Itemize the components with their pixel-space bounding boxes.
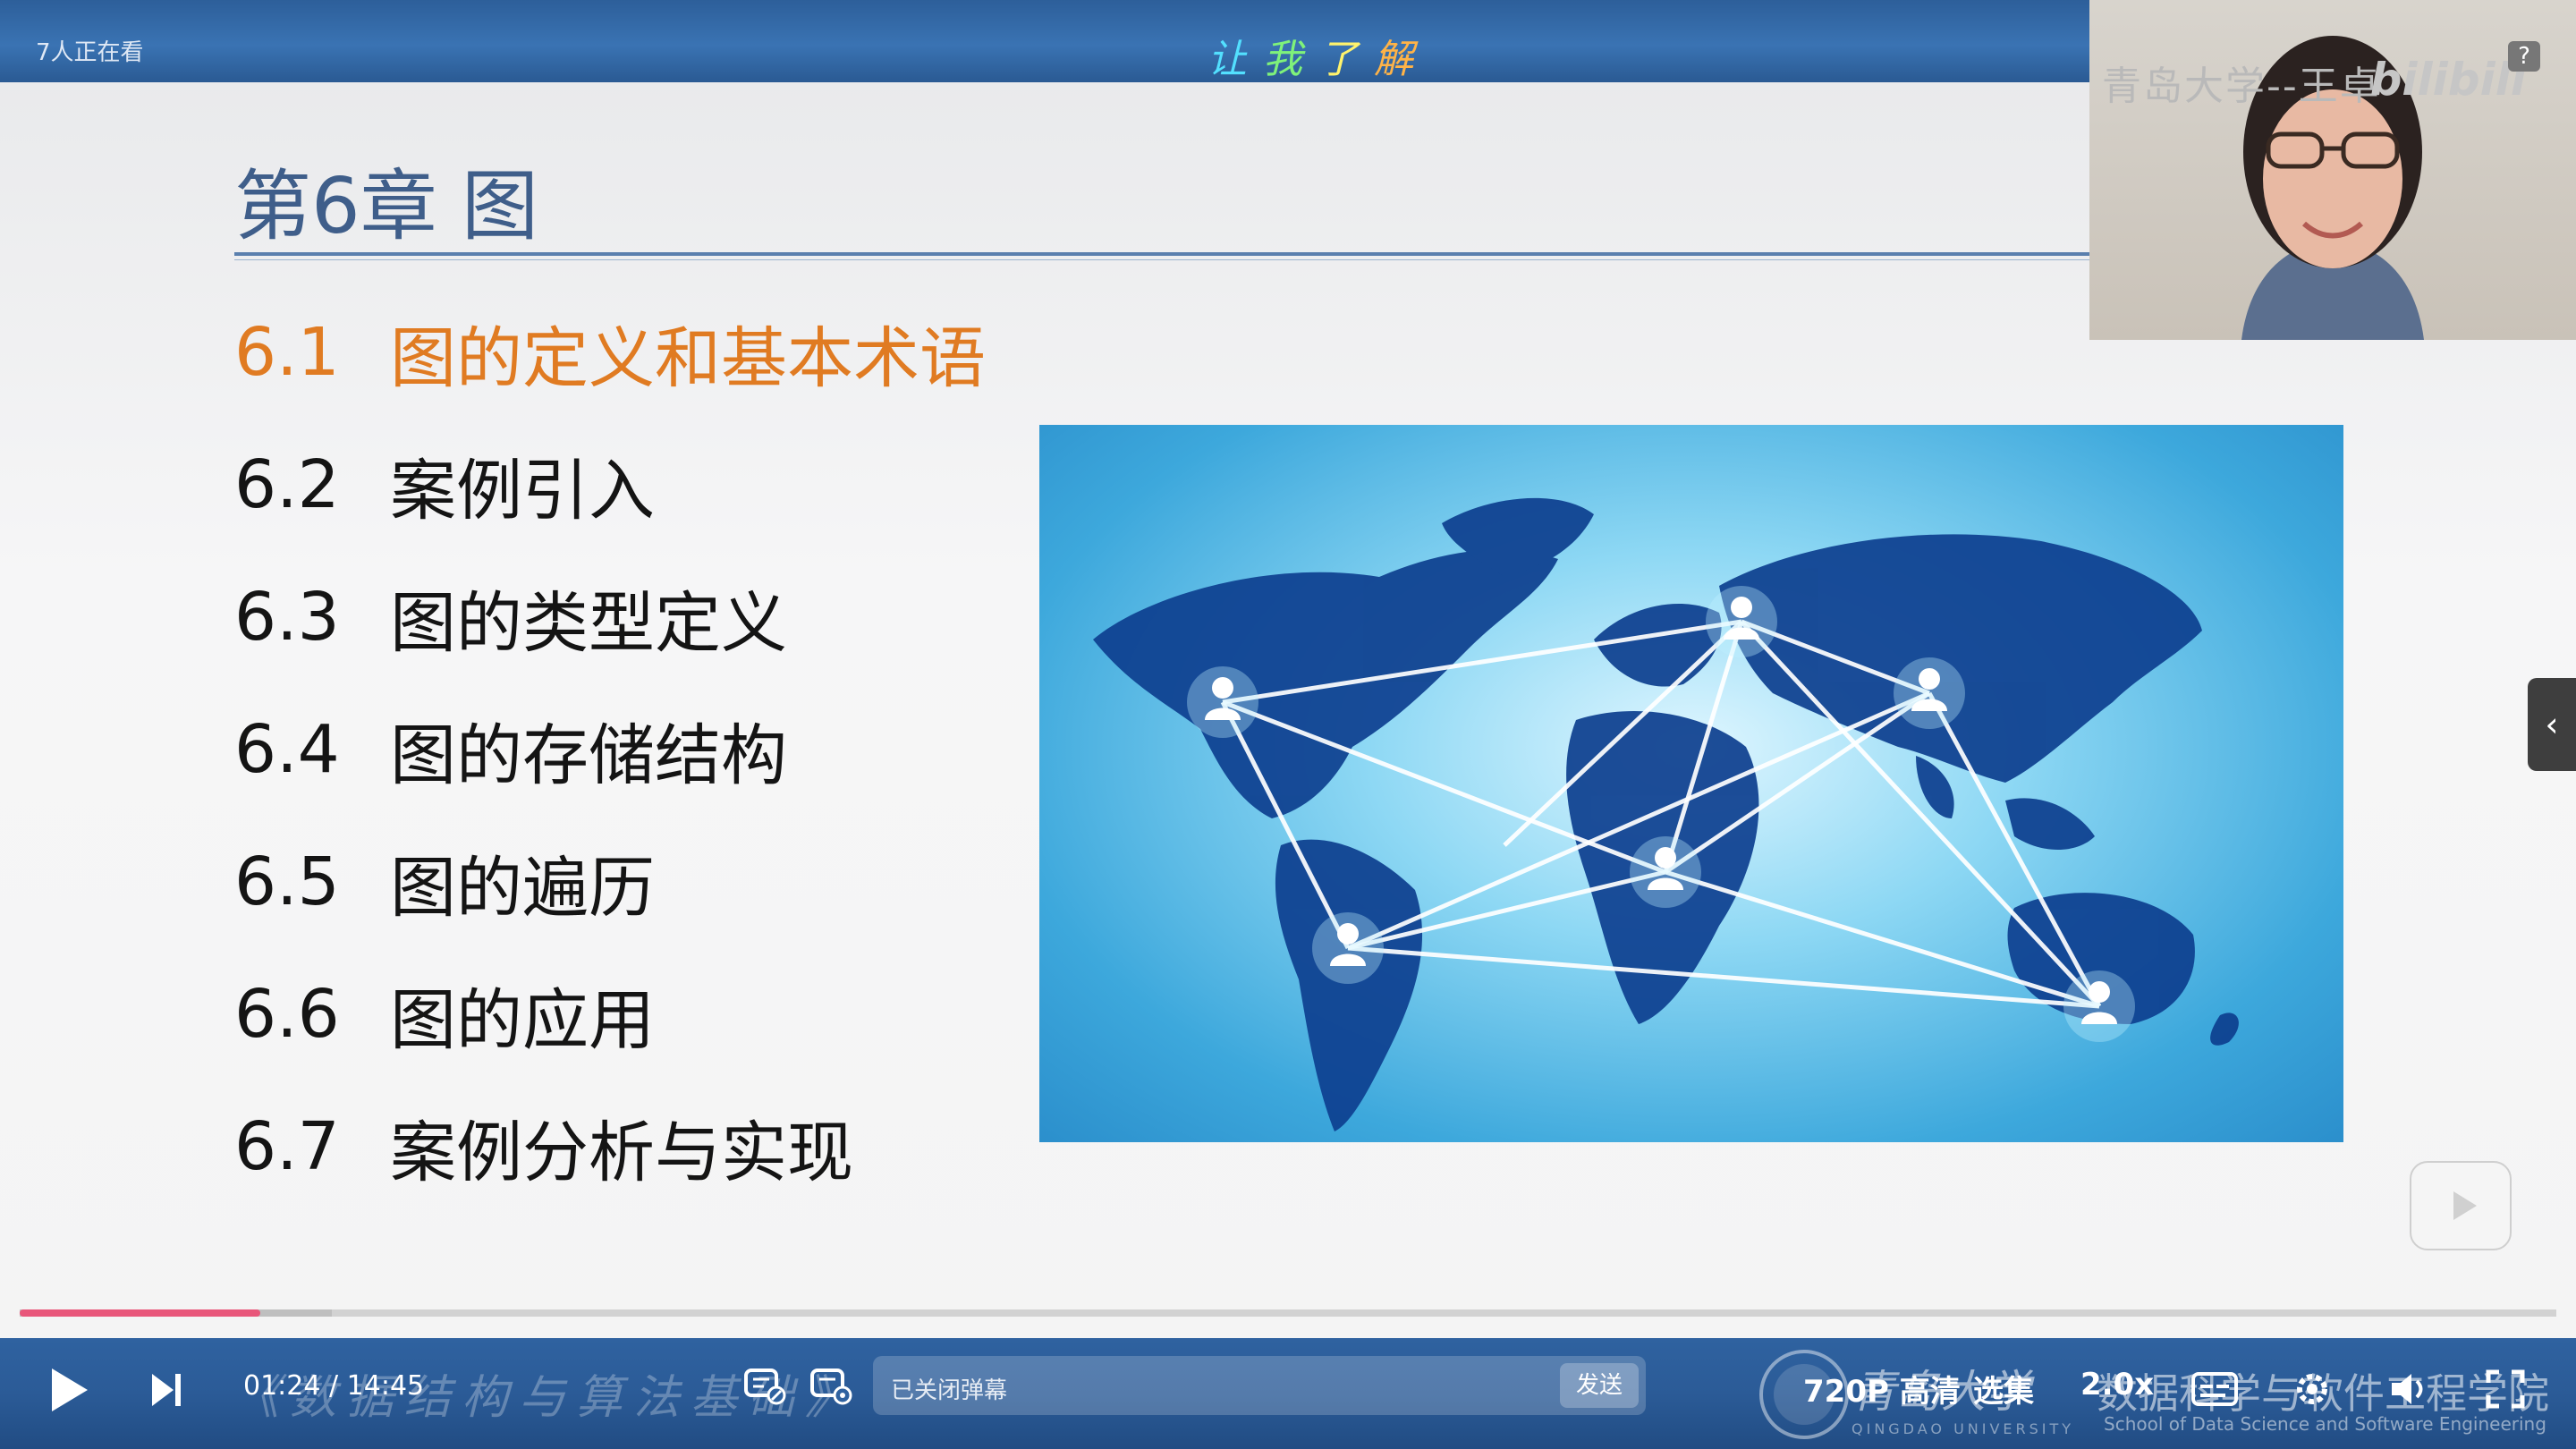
toc-label: 图的定义和基本术语	[390, 319, 986, 397]
bilibili-logo: bilibili	[2369, 54, 2526, 106]
slogan: 让我了解	[1208, 27, 1429, 84]
quality-button[interactable]: 720P 高清	[1803, 1367, 1961, 1411]
toc-label: 图的遍历	[390, 849, 655, 927]
world-network-image	[1039, 425, 2343, 1142]
top-bar: 7人正在看 让我了解	[0, 0, 2089, 82]
play-icon	[52, 1368, 88, 1411]
toc-number: 6.5	[234, 843, 340, 920]
fullscreen-icon	[2486, 1369, 2525, 1409]
danmaku-settings-icon	[810, 1368, 852, 1405]
settings-button[interactable]	[2290, 1367, 2334, 1411]
toc-label: 图的存储结构	[390, 716, 787, 794]
title-divider	[234, 252, 2091, 256]
slogan-char: 了	[1318, 37, 1374, 82]
toc-number: 6.1	[234, 314, 340, 391]
toc-item: 6.4 图的存储结构	[234, 683, 986, 816]
volume-button[interactable]	[2386, 1367, 2431, 1411]
volume-icon	[2392, 1374, 2423, 1404]
danmaku-input[interactable]: 已关闭弹幕 发送	[873, 1356, 1646, 1415]
control-bar: 《数据结构与算法基础》 01:24 / 14:45 已关闭弹幕 发送 青岛大学 …	[0, 1338, 2576, 1449]
toc-number: 6.3	[234, 579, 340, 656]
current-time: 01:24	[243, 1370, 321, 1402]
slogan-char: 让	[1208, 37, 1263, 82]
mini-player-button[interactable]	[2410, 1161, 2512, 1250]
danmaku-off-icon	[744, 1368, 786, 1405]
toc-number: 6.2	[234, 446, 340, 523]
toc-label: 案例分析与实现	[390, 1114, 853, 1191]
toc-item: 6.1 图的定义和基本术语	[234, 286, 986, 419]
slogan-char: 我	[1263, 37, 1318, 82]
fullscreen-button[interactable]	[2483, 1367, 2528, 1411]
gear-icon	[2297, 1374, 2327, 1404]
toc-item: 6.6 图的应用	[234, 948, 986, 1080]
progress-played	[20, 1309, 261, 1317]
send-button[interactable]: 发送	[1560, 1363, 1639, 1408]
subtitle-icon	[2191, 1372, 2238, 1406]
danmaku-placeholder: 已关闭弹幕	[891, 1377, 1008, 1404]
danmaku-settings-button[interactable]	[809, 1363, 853, 1408]
toc-item: 6.7 案例分析与实现	[234, 1080, 986, 1213]
webcam-caption: 青岛大学--王卓	[2102, 64, 2381, 109]
college-name-en: School of Data Science and Software Engi…	[2104, 1413, 2546, 1435]
toc-item: 6.2 案例引入	[234, 419, 986, 551]
toc-item: 6.3 图的类型定义	[234, 551, 986, 683]
side-panel-toggle[interactable]: ‹	[2528, 678, 2576, 771]
play-button[interactable]	[47, 1365, 91, 1415]
subtitle-button[interactable]	[2190, 1367, 2238, 1411]
presenter-face-icon	[2241, 36, 2424, 340]
title-divider-thin	[234, 259, 2091, 260]
chevron-left-icon: ‹	[2545, 705, 2559, 744]
presenter-webcam: 青岛大学--王卓 bilibili ?	[2089, 0, 2576, 340]
speed-button[interactable]: 2.0x	[2080, 1367, 2154, 1402]
progress-bar[interactable]	[20, 1309, 2556, 1317]
university-name-en: QINGDAO UNIVERSITY	[1852, 1420, 2075, 1437]
world-map-icon	[1093, 497, 2239, 1131]
chapter-title: 第6章 图	[234, 162, 539, 251]
viewer-count: 7人正在看	[36, 39, 144, 66]
toc-number: 6.6	[234, 976, 340, 1053]
toc-item: 6.5 图的遍历	[234, 816, 986, 948]
next-button[interactable]	[148, 1368, 184, 1411]
time-separator: /	[329, 1370, 339, 1402]
toc-number: 6.4	[234, 711, 340, 788]
total-time: 14:45	[346, 1370, 425, 1402]
toc-label: 案例引入	[390, 452, 655, 530]
slogan-char: 解	[1374, 37, 1429, 82]
danmaku-toggle-button[interactable]	[742, 1363, 787, 1408]
help-icon[interactable]: ?	[2508, 41, 2540, 72]
tv-play-icon	[2453, 1191, 2477, 1220]
toc-label: 图的类型定义	[390, 584, 787, 662]
toc-label: 图的应用	[390, 981, 655, 1059]
video-player[interactable]: 7人正在看 让我了解 第6章 图 6.1 图的定义和基本术语 6.2 案例引入 6.…	[0, 0, 2576, 1449]
toc-number: 6.7	[234, 1108, 340, 1185]
table-of-contents: 6.1 图的定义和基本术语 6.2 案例引入 6.3 图的类型定义 6.4 图的存储结构…	[234, 286, 986, 1213]
skip-next-icon	[152, 1374, 181, 1406]
episodes-button[interactable]: 选集	[1973, 1367, 2034, 1411]
time-display: 01:24 / 14:45	[243, 1370, 424, 1402]
